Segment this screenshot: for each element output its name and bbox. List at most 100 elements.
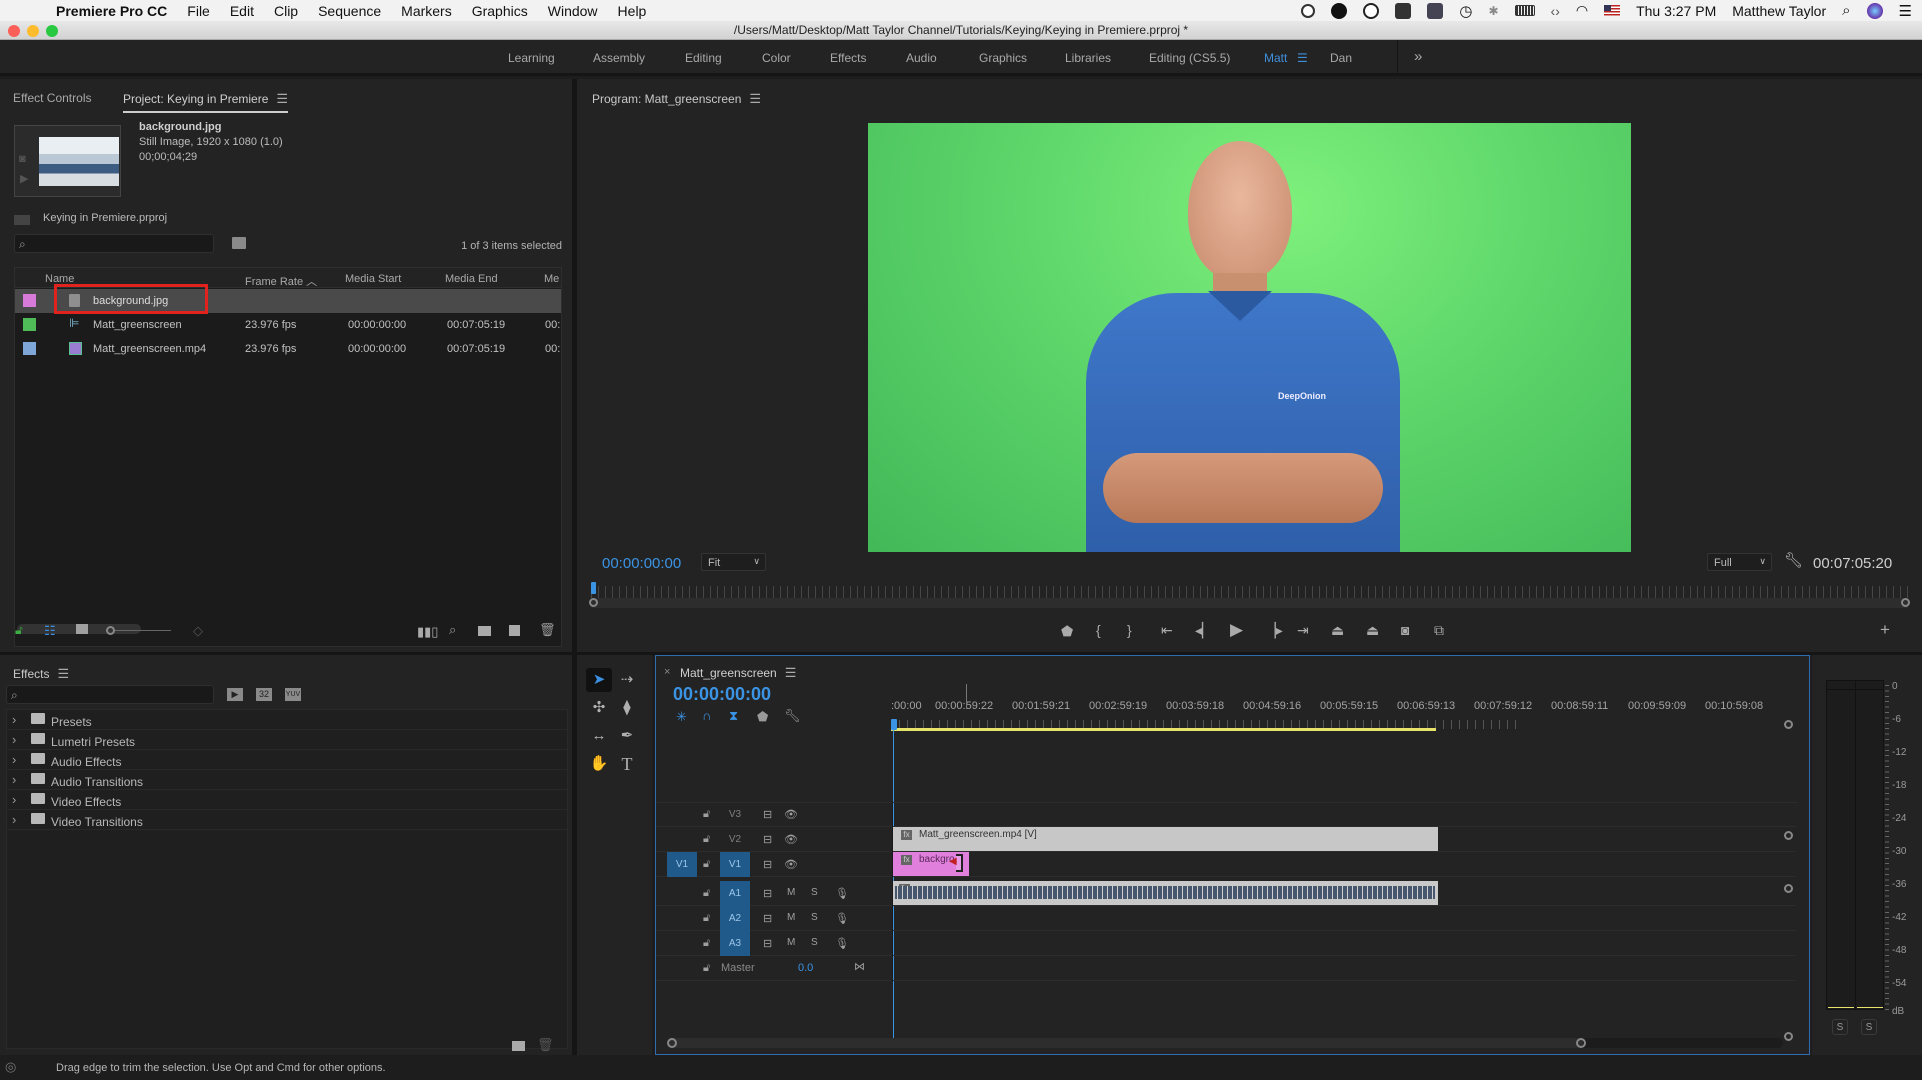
workspace-overflow-button[interactable]: » [1414, 48, 1422, 65]
zoom-window-button[interactable] [46, 25, 58, 37]
export-frame-camera-icon[interactable]: ◙ [1401, 622, 1409, 638]
creative-cloud-icon[interactable] [1363, 2, 1380, 19]
column-media-start[interactable]: Media Start [345, 273, 401, 285]
close-window-button[interactable] [8, 25, 20, 37]
track-select-forward-tool-icon[interactable]: ⇢ [614, 668, 640, 692]
chevron-right-icon[interactable]: › [12, 793, 16, 806]
nest-sequence-icon[interactable]: ✳ [676, 710, 687, 723]
sort-icon[interactable]: ◇ [193, 624, 203, 637]
mute-button[interactable]: M [787, 887, 795, 898]
find-icon[interactable]: ⌕ [449, 623, 456, 636]
timeline-ruler[interactable]: :00:00 00:00:59:22 00:01:59:21 00:02:59:… [891, 700, 1811, 732]
effects-folder-lumetri-presets[interactable]: › Lumetri Presets [7, 730, 567, 750]
track-lock-icon[interactable]: 🔓︎ [703, 912, 710, 925]
column-more[interactable]: Me [544, 273, 559, 285]
comparison-view-icon[interactable]: ⧉ [1434, 622, 1444, 639]
track-target-v3[interactable]: V3 [720, 802, 750, 827]
sync-lock-icon[interactable]: ⊟ [763, 808, 772, 821]
obs-icon[interactable] [1331, 2, 1348, 19]
program-monitor-tab[interactable]: Program: Matt_greenscreen ☰ [592, 91, 761, 107]
project-search-input[interactable]: ⌕ [14, 234, 214, 253]
step-back-icon[interactable]: ◂▏ [1195, 622, 1213, 639]
track-target-v2[interactable]: V2 [720, 827, 750, 852]
siri-icon[interactable] [1866, 2, 1883, 19]
program-zoom-scrollbar[interactable] [589, 598, 1910, 608]
audio-tracks-scrollbar[interactable] [1784, 884, 1793, 1044]
tab-effects[interactable]: Effects ☰ [13, 666, 69, 682]
workspace-editing-cs55[interactable]: Editing (CS5.5) [1149, 51, 1230, 65]
camera-icon[interactable]: ◙ [19, 154, 26, 165]
effects-folder-video-effects[interactable]: › Video Effects [7, 790, 567, 810]
scrollbar-thumb[interactable] [668, 1038, 1583, 1048]
scroll-handle-left[interactable] [589, 598, 598, 607]
mark-in-icon[interactable]: { [1096, 622, 1101, 638]
list-view-icon[interactable]: ☷ [44, 624, 56, 637]
tab-project[interactable]: Project: Keying in Premiere ☰ [123, 91, 289, 113]
menu-window[interactable]: Window [548, 3, 598, 19]
code-icon[interactable]: ‹› [1551, 3, 1560, 19]
workspace-audio[interactable]: Audio [906, 51, 937, 65]
icon-view-icon[interactable] [76, 624, 88, 634]
solo-button[interactable]: S [811, 887, 818, 898]
panel-menu-icon[interactable]: ☰ [785, 665, 797, 680]
expand-tracks-icon[interactable]: ⋈ [854, 960, 865, 973]
screen-capture-icon[interactable] [1427, 2, 1444, 19]
track-target-a3[interactable]: A3 [720, 931, 750, 956]
sync-lock-icon[interactable]: ⊟ [763, 858, 772, 871]
effects-folder-video-transitions[interactable]: › Video Transitions [7, 810, 567, 830]
panel-menu-icon[interactable]: ☰ [57, 666, 69, 681]
extract-icon[interactable]: ⏏ [1366, 622, 1379, 639]
voiceover-mic-icon[interactable]: 🎙︎ [835, 937, 849, 950]
clip-matt-greenscreen-video[interactable]: fx Matt_greenscreen.mp4 [V] [893, 827, 1438, 851]
chevron-right-icon[interactable]: › [12, 753, 16, 766]
workspace-matt[interactable]: Matt [1264, 51, 1287, 65]
chevron-right-icon[interactable]: › [12, 773, 16, 786]
workspace-color[interactable]: Color [762, 51, 791, 65]
column-media-end[interactable]: Media End [445, 273, 498, 285]
effects-folder-presets[interactable]: › Presets [7, 710, 567, 730]
master-volume-value[interactable]: 0.0 [798, 962, 813, 974]
play-button[interactable]: ▶ [1230, 620, 1243, 640]
project-item-row[interactable]: Matt_greenscreen.mp4 23.976 fps 00:00:00… [15, 337, 561, 361]
voiceover-mic-icon[interactable]: 🎙︎ [835, 887, 849, 900]
go-to-in-icon[interactable]: ⇤ [1161, 622, 1173, 639]
chevron-right-icon[interactable]: › [12, 733, 16, 746]
sequence-tab[interactable]: Matt_greenscreen ☰ [680, 665, 796, 681]
timeline-horizontal-scrollbar[interactable] [667, 1038, 1783, 1048]
pen-tool-icon[interactable]: ✒ [614, 724, 640, 748]
solo-button[interactable]: S [811, 937, 818, 948]
close-sequence-icon[interactable]: × [664, 666, 670, 678]
program-playhead[interactable] [591, 582, 596, 594]
spotlight-search-icon[interactable]: ⌕ [1842, 2, 1850, 19]
selection-tool-icon[interactable]: ➤ [586, 668, 612, 692]
trash-icon[interactable]: 🗑︎ [539, 623, 556, 636]
track-target-v1[interactable]: V1 [720, 852, 750, 877]
program-time-ruler[interactable] [591, 586, 1908, 598]
find-bin-icon[interactable] [232, 237, 246, 249]
add-marker-icon[interactable]: ⬟ [757, 710, 768, 723]
workspace-effects[interactable]: Effects [830, 51, 866, 65]
new-item-icon[interactable] [509, 625, 520, 636]
new-bin-icon[interactable] [478, 626, 491, 636]
zoom-slider-track[interactable] [115, 630, 171, 631]
menu-file[interactable]: File [187, 3, 210, 19]
project-item-row[interactable]: ⊫ Matt_greenscreen 23.976 fps 00:00:00:0… [15, 313, 561, 337]
video-tracks-scrollbar[interactable] [1784, 720, 1793, 840]
timeline-settings-wrench-icon[interactable]: 🔧︎ [784, 709, 801, 722]
scroll-handle[interactable] [1784, 831, 1793, 840]
effects-search-input[interactable]: ⌕ [6, 685, 214, 704]
hand-tool-icon[interactable]: ✋ [586, 752, 612, 776]
source-patch-v1[interactable]: V1 [667, 852, 697, 877]
app-menu[interactable]: Premiere Pro CC [56, 3, 167, 19]
menu-graphics[interactable]: Graphics [472, 3, 528, 19]
type-tool-icon[interactable]: T [614, 752, 640, 776]
time-machine-icon[interactable]: ◷ [1459, 2, 1472, 20]
timeline-playhead-handle[interactable] [891, 719, 897, 730]
workspace-graphics[interactable]: Graphics [979, 51, 1027, 65]
scroll-handle[interactable] [1784, 884, 1793, 893]
panel-menu-icon[interactable]: ☰ [276, 91, 288, 106]
scroll-handle[interactable] [1784, 720, 1793, 729]
track-lock-icon[interactable]: 🔓︎ [703, 962, 710, 975]
snap-magnet-icon[interactable]: ∩ [702, 709, 711, 722]
project-item-row[interactable]: background.jpg [15, 284, 561, 314]
